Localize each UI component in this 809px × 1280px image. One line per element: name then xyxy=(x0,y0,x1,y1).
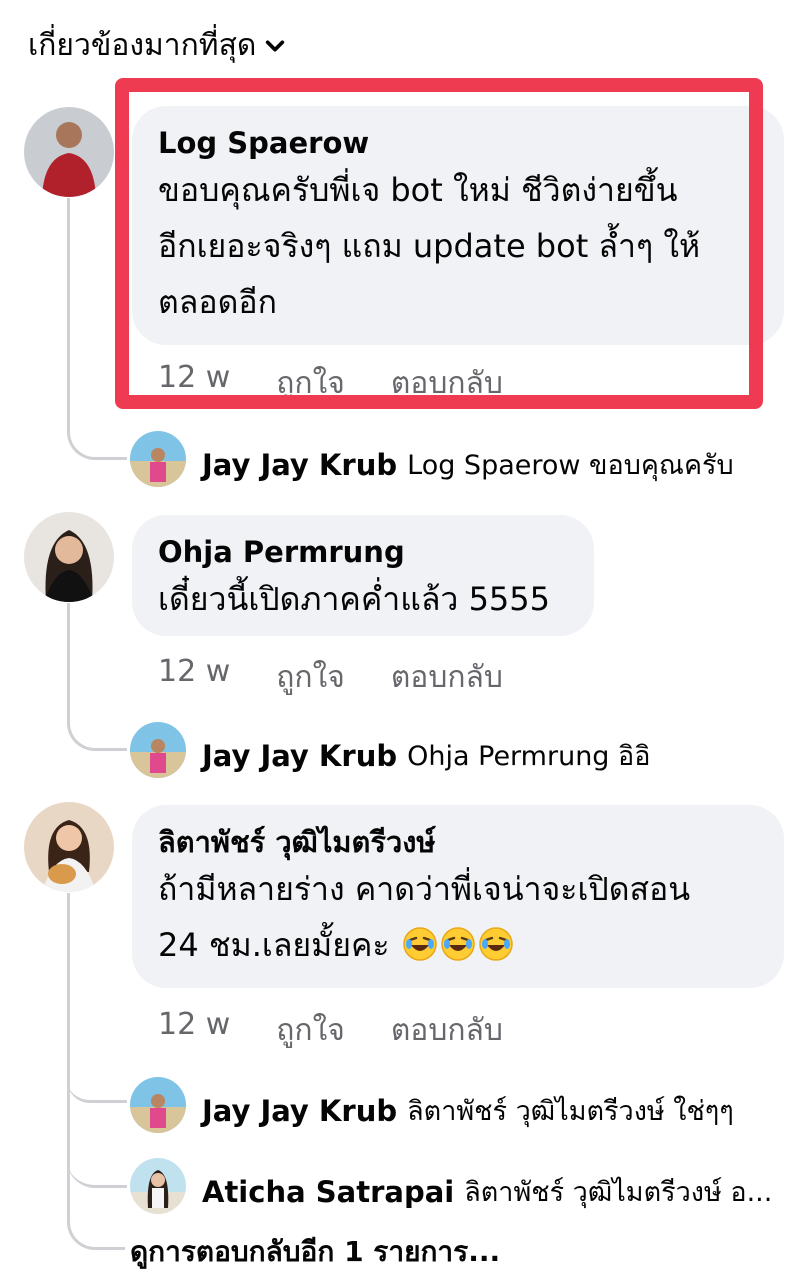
comment-time: 12 w xyxy=(158,360,231,395)
rolling-on-floor-laughing-emoji xyxy=(441,927,475,961)
reply-text: ลิตาพัชร์ วุฒิไมตรีวงษ์ ใช่ๆๆ xyxy=(407,1096,734,1127)
comment-text-line: ถ้ามีหลายร่าง คาดว่าพี่เจน่าจะเปิดสอน xyxy=(158,870,691,908)
thread-line xyxy=(67,198,127,460)
comment-actions: 12 w ถูกใจ ตอบกลับ xyxy=(158,1007,503,1054)
comment-author[interactable]: Ohja Permrung xyxy=(158,533,568,571)
reply-author[interactable]: Jay Jay Krub xyxy=(202,448,397,482)
like-button[interactable]: ถูกใจ xyxy=(276,1007,345,1054)
comment-time: 12 w xyxy=(158,654,231,689)
thread-branch xyxy=(67,1080,127,1103)
avatar-ohja-permrung[interactable] xyxy=(24,512,114,602)
comment-bubble[interactable]: Log Spaerow ขอบคุณครับพี่เจ bot ใหม่ ชีว… xyxy=(132,106,784,345)
reply-item[interactable]: Jay Jay Krub Log Spaerow ขอบคุณครับ xyxy=(202,443,734,486)
comment-text-line: 24 ชม.เลยมั้ยคะ xyxy=(158,917,758,973)
reply-button[interactable]: ตอบกลับ xyxy=(391,654,503,701)
comment-text-line: อีกเยอะจริงๆ แถม update bot ล้ำๆ ให้ xyxy=(158,227,701,265)
reply-text: Ohja Permrung อิอิ xyxy=(407,741,651,772)
rolling-on-floor-laughing-emoji xyxy=(403,927,437,961)
like-button[interactable]: ถูกใจ xyxy=(276,360,345,407)
avatar-aticha-satrapai[interactable] xyxy=(130,1158,186,1214)
rolling-on-floor-laughing-emoji xyxy=(479,927,513,961)
avatar-litapat[interactable] xyxy=(24,802,114,892)
reply-item[interactable]: Jay Jay Krub Ohja Permrung อิอิ xyxy=(202,734,650,777)
view-more-replies-link[interactable]: ดูการตอบกลับอีก 1 รายการ... xyxy=(130,1230,500,1274)
sort-label: เกี่ยวข้องมากที่สุด xyxy=(28,28,257,63)
comment-bubble[interactable]: Ohja Permrung เดี๋ยวนี้เปิดภาคค่ำแล้ว 55… xyxy=(132,515,594,636)
thread-line xyxy=(67,603,127,751)
reply-author[interactable]: Jay Jay Krub xyxy=(202,739,397,773)
reply-button[interactable]: ตอบกลับ xyxy=(391,1007,503,1054)
comment-actions: 12 w ถูกใจ ตอบกลับ xyxy=(158,360,503,407)
reply-author[interactable]: Aticha Satrapai xyxy=(202,1175,454,1209)
reply-text: Log Spaerow ขอบคุณครับ xyxy=(407,450,734,481)
avatar-log-spaerow[interactable] xyxy=(24,107,114,197)
thread-line xyxy=(67,1188,125,1250)
avatar-jay-jay-krub[interactable] xyxy=(130,722,186,778)
avatar-jay-jay-krub[interactable] xyxy=(130,431,186,487)
comment-text-line: ขอบคุณครับพี่เจ bot ใหม่ ชีวิตง่ายขึ้น xyxy=(158,171,678,209)
reply-author[interactable]: Jay Jay Krub xyxy=(202,1094,397,1128)
comment-author[interactable]: Log Spaerow xyxy=(158,124,758,162)
comment-text-line: เดี๋ยวนี้เปิดภาคค่ำแล้ว 5555 xyxy=(158,580,550,618)
thread-line xyxy=(67,1103,70,1188)
sort-dropdown[interactable]: เกี่ยวข้องมากที่สุด xyxy=(28,22,286,69)
comment-bubble[interactable]: ลิตาพัชร์ วุฒิไมตรีวงษ์ ถ้ามีหลายร่าง คา… xyxy=(132,805,784,988)
reply-text: ลิตาพัชร์ วุฒิไมตรีวงษ์ อ... xyxy=(464,1177,773,1208)
avatar-jay-jay-krub[interactable] xyxy=(130,1077,186,1133)
thread-line xyxy=(67,893,70,1103)
like-button[interactable]: ถูกใจ xyxy=(276,654,345,701)
comment-time: 12 w xyxy=(158,1007,231,1042)
chevron-down-icon xyxy=(266,40,285,51)
comment-text-line: ตลอดอีก xyxy=(158,283,277,321)
reply-button[interactable]: ตอบกลับ xyxy=(391,360,503,407)
thread-branch xyxy=(67,1160,127,1188)
reply-item[interactable]: Aticha Satrapai ลิตาพัชร์ วุฒิไมตรีวงษ์ … xyxy=(202,1170,772,1213)
comment-actions: 12 w ถูกใจ ตอบกลับ xyxy=(158,654,503,701)
comment-author[interactable]: ลิตาพัชร์ วุฒิไมตรีวงษ์ xyxy=(158,823,758,861)
reply-item[interactable]: Jay Jay Krub ลิตาพัชร์ วุฒิไมตรีวงษ์ ใช่… xyxy=(202,1089,734,1132)
